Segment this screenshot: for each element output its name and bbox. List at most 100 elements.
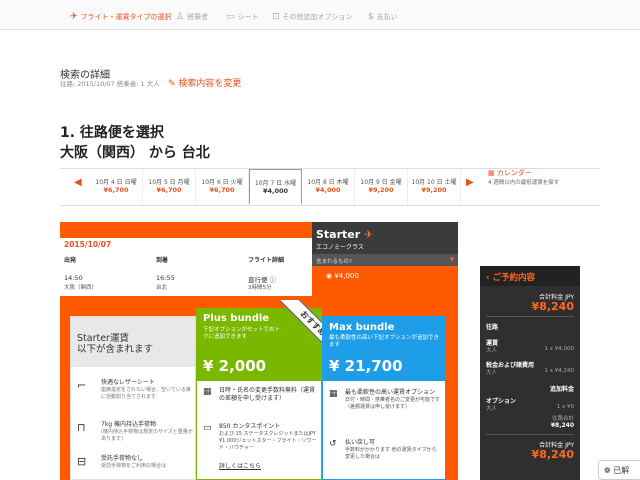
date-option[interactable]: 10月 10 日 土曜 ¥9,200 <box>408 169 461 205</box>
plus-bundle-price: ¥ 2,000 <box>203 357 267 375</box>
next-arrow-icon[interactable]: ▶ <box>466 177 474 188</box>
col-depart: 出発 <box>64 257 77 264</box>
date-price: ¥9,200 <box>421 186 447 194</box>
feature-desc: 受託手荷物をご利用の場合は <box>101 463 167 470</box>
calendar-link[interactable]: ▦ カレンダー <box>488 168 532 178</box>
date-label: 10月 10 日 土曜 <box>411 179 457 186</box>
step-options[interactable]: ⊡ その他追加オプション <box>272 12 353 22</box>
step-passenger[interactable]: ♙ 搭乗者 <box>176 12 208 22</box>
date-option-selected[interactable]: 10月 7 日 水曜 ¥4,000 <box>249 169 302 205</box>
float-button-label: 已解 <box>613 466 630 475</box>
feature-desc: 座席指定をされない場合、空いている席に自動割り当てされます <box>101 387 191 401</box>
feature-title: 払い戻し可 <box>345 439 376 446</box>
date-label: 10月 4 日 日曜 <box>95 179 137 186</box>
chevron-down-icon: ▼ <box>449 257 454 263</box>
seat-icon: ⌐ <box>77 379 87 392</box>
max-feature-refund: 払い戻し可 手数料がかかります 他の運賃タイプから変更した場合は <box>345 439 441 461</box>
col-detail: フライト詳細 <box>248 257 285 264</box>
starter-price-value: ¥4,000 <box>334 272 359 280</box>
booking-steps: ✈ フライト・運賃タイプの選択 ♙ 搭乗者 ▭ シート ⊡ その他追加オプション $ 支払… <box>0 0 640 30</box>
plane-icon: ✈ <box>70 12 78 22</box>
starter-subtitle: エコノミークラス <box>316 244 364 251</box>
option-line: 1 x ¥0 <box>556 404 574 410</box>
calendar-label: カレンダー <box>496 169 532 177</box>
starter-fare[interactable]: Starter ✈ エコノミークラス 含まれるもの? ▼ ◉ ¥4,000 <box>312 222 458 294</box>
date-price: ¥6,700 <box>103 186 129 194</box>
date-option[interactable]: 10月 8 日 木曜 ¥4,000 <box>302 169 355 205</box>
float-button[interactable]: ❁ 已解 <box>598 460 640 480</box>
step-label: シート <box>237 13 259 21</box>
arrive-time: 16:55 <box>156 274 175 282</box>
extras-label: 追加料金 <box>549 386 574 393</box>
plus-feature-change: 日時・氏名の変更手数料無料（運賃の差額を申し受けます） <box>219 387 316 403</box>
date-label: 10月 7 日 水曜 <box>254 180 297 187</box>
feature-seat: 快適なレザーシート 座席指定をされない場合、空いている席に自動割り当てされます <box>101 379 193 401</box>
starter-includes: Starter運賃 以下が含まれます ⌐ 快適なレザーシート 座席指定をされない場合… <box>70 316 196 480</box>
feature-desc: (機内持込手荷物は規定のサイズと重量があります) <box>101 429 193 443</box>
details-link[interactable]: 詳しくはこちら <box>219 463 261 471</box>
tax-line: 1 x ¥4,240 <box>544 368 575 374</box>
seat-icon: ▭ <box>226 12 235 22</box>
date-price: ¥6,700 <box>209 186 235 194</box>
search-details-sub: 往路: 2015/10/07 搭乗者: 1 大人 <box>60 80 160 88</box>
total-value: ¥8,240 <box>531 300 574 313</box>
plus-bundle-name: Plus bundle <box>203 313 270 324</box>
feature-desc: および 15 ステータスクレジットまたはJPY ¥1,000ジェットスター・フラ… <box>219 431 317 451</box>
date-option[interactable]: 10月 4 日 日曜 ¥6,700 <box>90 169 143 205</box>
date-option[interactable]: 10月 9 日 金曜 ¥9,200 <box>355 169 408 205</box>
calendar-icon: ▦ <box>203 387 212 397</box>
date-option[interactable]: 10月 6 日 火曜 ¥6,700 <box>196 169 249 205</box>
heading-line2: 以下が含まれます <box>77 344 154 356</box>
bag-icon: ⊟ <box>77 455 87 468</box>
max-bundle-price: ¥ 21,700 <box>329 357 403 375</box>
calendar-icon: ▦ <box>488 169 497 177</box>
step-payment[interactable]: $ 支払い <box>368 12 398 22</box>
change-search-label: 検索内容を変更 <box>178 79 242 89</box>
chat-icon: ❁ <box>604 466 614 475</box>
starter-price[interactable]: ◉ ¥4,000 <box>312 266 458 294</box>
step-flight[interactable]: ✈ フライト・運賃タイプの選択 <box>70 12 172 22</box>
refund-icon: ↺ <box>329 439 337 449</box>
depart-place: 大阪（関西） <box>64 285 98 291</box>
feature-carry-on: 7kg 機内持込手荷物 (機内持込手荷物は規定のサイズと重量があります) <box>101 421 193 443</box>
starter-title: Starter ✈ <box>316 228 373 241</box>
plane-icon: ✈ <box>364 228 374 241</box>
route-step-title: 1. 往路便を選択 <box>60 125 164 141</box>
summary-title-text: ご予約内容 <box>492 273 535 283</box>
feature-desc: 手数料がかかります 他の運賃タイプから変更した場合は <box>345 447 437 460</box>
person-icon: ♙ <box>176 12 185 22</box>
feature-checked: 受託手荷物なし 受託手荷物をご利用の場合は <box>101 455 193 470</box>
subtotal-value: ¥8,240 <box>550 422 574 429</box>
starter-includes-heading: Starter運賃 以下が含まれます <box>71 317 195 367</box>
plus-feature-points: 850 カンタスポイント および 15 ステータスクレジットまたはJPY ¥1,0… <box>219 423 317 451</box>
max-bundle-name: Max bundle <box>329 322 395 333</box>
pencil-icon: ✎ <box>168 79 179 89</box>
date-price: ¥4,000 <box>315 186 341 194</box>
date-label: 10月 5 日 月曜 <box>148 179 190 186</box>
question-label: 含まれるもの? <box>316 259 352 265</box>
heading-line1: Starter運賃 <box>77 333 129 344</box>
step-label: その他追加オプション <box>282 13 353 21</box>
col-arrive: 到着 <box>156 257 169 264</box>
max-bundle[interactable]: Max bundle 最も柔軟性の高い下記オプションが追加できます ¥ 21,7… <box>322 316 446 480</box>
step-seat[interactable]: ▭ シート <box>226 12 259 22</box>
outbound-label: 往路 <box>486 324 499 331</box>
starter-question[interactable]: 含まれるもの? ▼ <box>312 254 458 266</box>
max-feature-flex: 最も柔軟性の高い運賃オプション 日付・時間・搭乗者名のご変更が可能です（差額運賃は… <box>345 389 441 411</box>
bus-icon: ⊡ <box>272 12 280 22</box>
date-label: 10月 6 日 火曜 <box>201 179 243 186</box>
starter-name: Starter <box>316 228 361 241</box>
fare-line: 1 x ¥4,000 <box>544 346 575 352</box>
step-label: 支払い <box>376 13 398 21</box>
luggage-icon: ⊓ <box>77 421 86 434</box>
change-search-link[interactable]: ✎ 検索内容を変更 <box>168 76 241 89</box>
feature-title: 850 カンタスポイント <box>219 423 281 430</box>
date-label: 10月 9 日 金曜 <box>360 179 402 186</box>
date-price: ¥6,700 <box>156 186 182 194</box>
feature-desc: 日付・時間・搭乗者名のご変更が可能です（差額運賃は申し受けます） <box>345 397 441 410</box>
date-option[interactable]: 10月 5 日 月曜 ¥6,700 <box>143 169 196 205</box>
dollar-icon: $ <box>368 12 374 22</box>
prev-arrow-icon[interactable]: ◀ <box>74 177 82 188</box>
summary-title: ‹ ご予約内容 <box>480 266 580 286</box>
calendar-icon: ▦ <box>329 389 338 399</box>
